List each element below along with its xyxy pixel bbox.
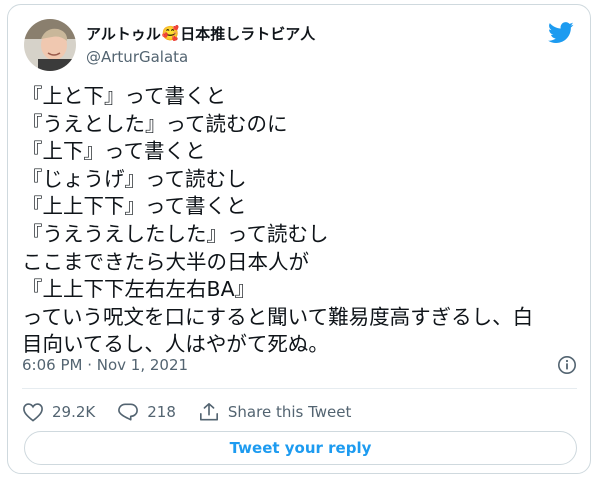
action-bar: 29.2K 218 Share this Tweet	[22, 397, 373, 427]
share-icon	[199, 403, 218, 421]
tweet-line: ここまできたら大半の日本人が	[22, 249, 309, 274]
display-name[interactable]: アルトゥル 🥰 日本推しラトビア人	[86, 23, 315, 44]
heart-icon	[23, 403, 43, 422]
tweet-line: 『うえとした』って読むのに	[22, 111, 288, 136]
smiling-face-hearts-emoji: 🥰	[161, 25, 180, 42]
reply-action-button[interactable]: 218	[117, 402, 176, 422]
like-button[interactable]: 29.2K	[22, 402, 95, 422]
tweet-meta: 6:06 PM · Nov 1, 2021	[22, 355, 577, 377]
reply-count: 218	[147, 403, 176, 421]
divider	[22, 388, 577, 389]
tweet-line: 『じょうげ』って読むし	[22, 166, 247, 191]
avatar[interactable]	[24, 19, 76, 71]
tweet-line: 『上下』って書くと	[22, 139, 206, 164]
tweet-line: 『上と下』って書くと	[22, 84, 226, 108]
tweet-text: 『上と下』って書くと 『うえとした』って読むのに 『上下』って書くと 『じょうげ…	[22, 83, 582, 359]
share-button[interactable]: Share this Tweet	[198, 402, 351, 422]
share-label: Share this Tweet	[227, 403, 352, 421]
tweet-line: 『上上下下』って書くと	[22, 194, 247, 219]
tweet-your-reply-button[interactable]: Tweet your reply	[24, 431, 577, 465]
tweet-line: っていう呪文を口にすると聞いて難易度高すぎるし、白	[22, 304, 534, 329]
display-name-suffix: 日本推しラトビア人	[180, 25, 316, 43]
tweet-line: 『上上下下左右左右BA』	[22, 277, 256, 302]
twitter-bird-icon[interactable]	[548, 22, 574, 44]
user-handle[interactable]: @ArturGalata	[86, 48, 188, 66]
info-icon[interactable]	[557, 355, 577, 375]
tweet-card: アルトゥル 🥰 日本推しラトビア人 @ArturGalata 『上と下』って書く…	[7, 4, 591, 474]
reply-icon	[118, 403, 139, 421]
display-name-prefix: アルトゥル	[86, 25, 161, 43]
timestamp[interactable]: 6:06 PM · Nov 1, 2021	[22, 356, 188, 374]
like-count: 29.2K	[52, 403, 96, 421]
tweet-line: 『うえうえしたした』って読むし	[22, 221, 329, 246]
